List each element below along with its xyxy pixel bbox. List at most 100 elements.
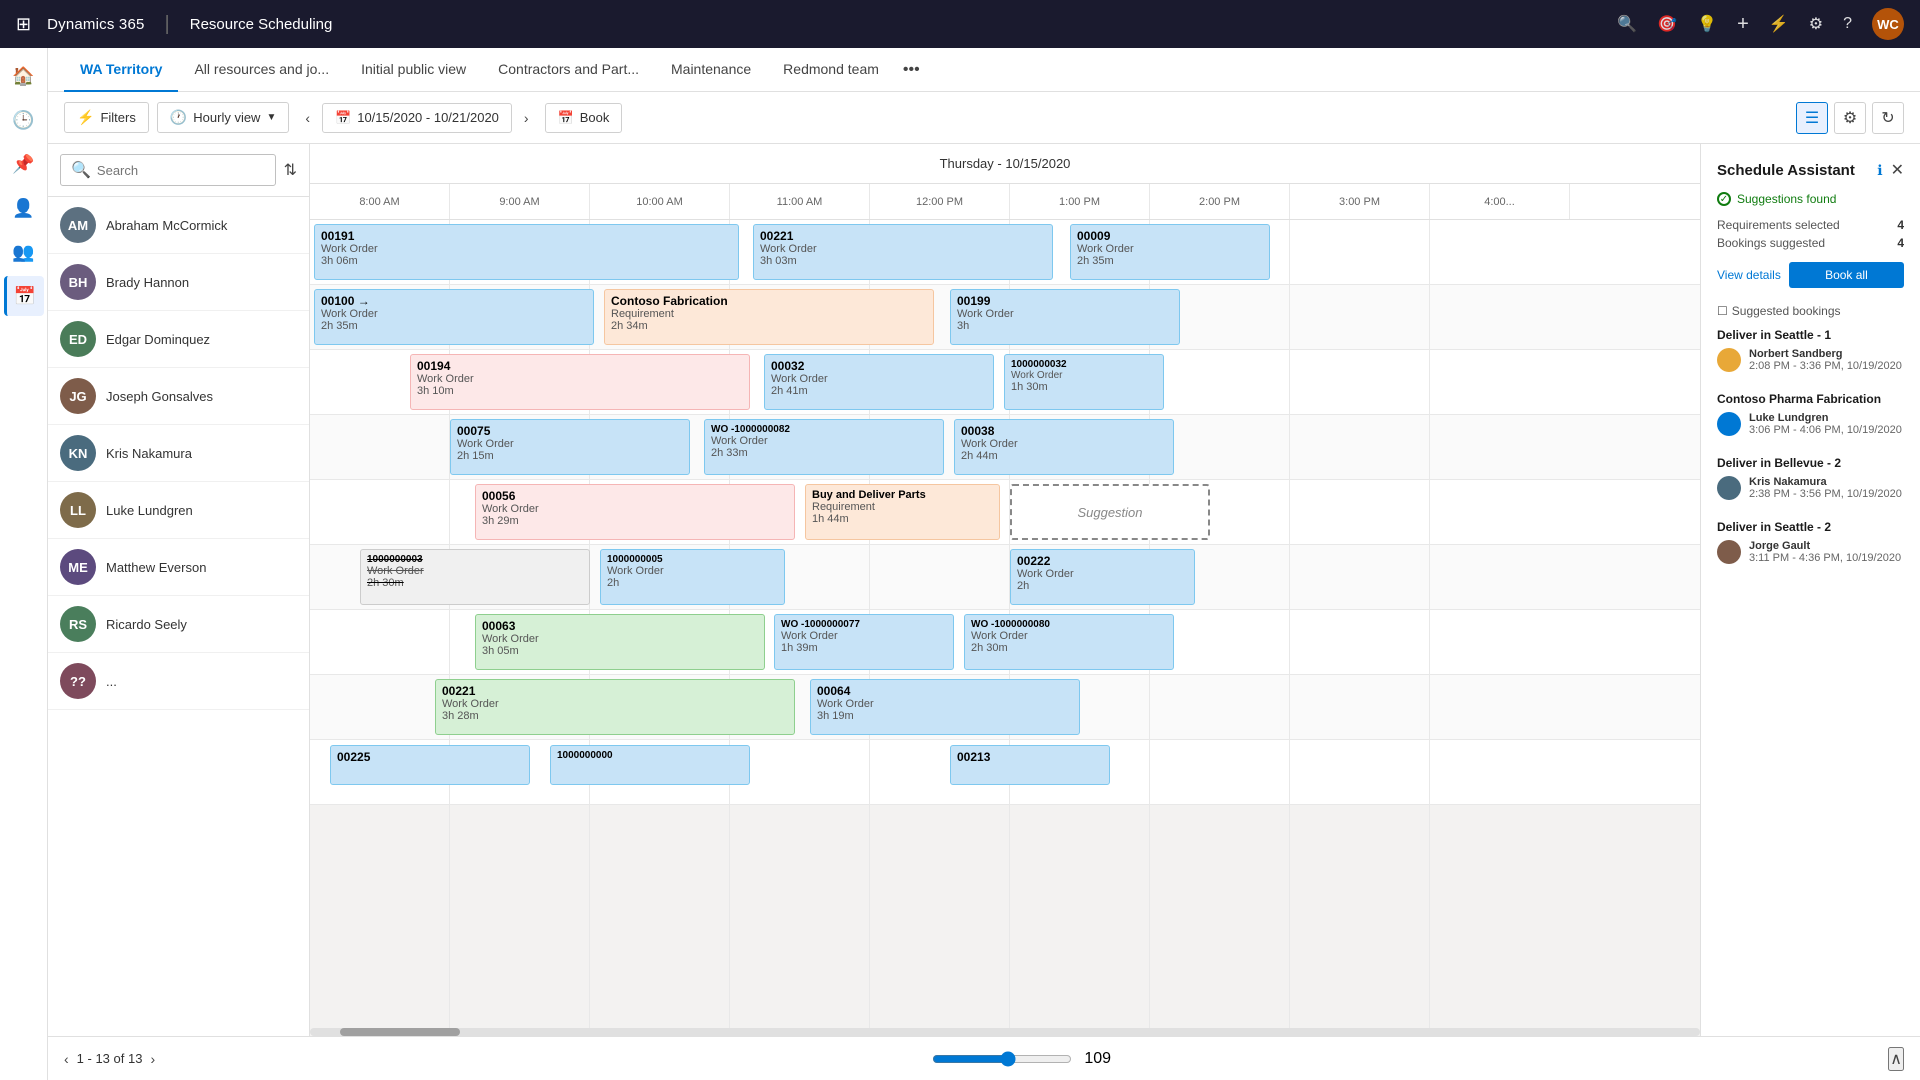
tab-redmond[interactable]: Redmond team <box>767 48 895 92</box>
tab-initial-public[interactable]: Initial public view <box>345 48 482 92</box>
avatar <box>1717 412 1741 436</box>
target-icon[interactable]: 🎯 <box>1657 14 1677 34</box>
search-icon[interactable]: 🔍 <box>1617 14 1637 34</box>
resource-item[interactable]: ?? ... <box>48 653 309 710</box>
resource-item[interactable]: ED Edgar Dominquez <box>48 311 309 368</box>
prev-date-button[interactable]: ‹ <box>297 106 318 130</box>
resource-item[interactable]: RS Ricardo Seely <box>48 596 309 653</box>
avatar: LL <box>60 492 96 528</box>
block-00032[interactable]: 00032 Work Order 2h 41m <box>764 354 994 410</box>
block-1000000032[interactable]: 1000000032 Work Order 1h 30m <box>1004 354 1164 410</box>
search-input[interactable] <box>97 163 265 178</box>
suggested-bookings-title: ☐ Suggested bookings <box>1717 304 1904 318</box>
block-00194[interactable]: 00194 Work Order 3h 10m <box>410 354 750 410</box>
tab-maintenance[interactable]: Maintenance <box>655 48 767 92</box>
block-buy-deliver[interactable]: Buy and Deliver Parts Requirement 1h 44m <box>805 484 1000 540</box>
block-00191[interactable]: 00191 Work Order 3h 06m <box>314 224 739 280</box>
grid-icon[interactable]: ⊞ <box>16 14 31 35</box>
sidebar-item-calendar[interactable]: 📅 <box>4 276 44 316</box>
resource-name: Matthew Everson <box>106 560 206 575</box>
hourly-view-button[interactable]: 🕐 Hourly view ▼ <box>157 102 290 133</box>
booking-time: 3:11 PM - 4:36 PM, 10/19/2020 <box>1749 552 1901 564</box>
book-button[interactable]: 📅 Book <box>545 103 623 133</box>
block-00009[interactable]: 00009 Work Order 2h 35m <box>1070 224 1270 280</box>
block-wo-1000000082[interactable]: WO -1000000082 Work Order 2h 33m <box>704 419 944 475</box>
resource-item[interactable]: ME Matthew Everson <box>48 539 309 596</box>
block-00199[interactable]: 00199 Work Order 3h <box>950 289 1180 345</box>
lightbulb-icon[interactable]: 💡 <box>1697 14 1717 34</box>
view-details-button[interactable]: View details <box>1717 262 1781 288</box>
bottom-bar: ‹ 1 - 13 of 13 › 109 ∧ <box>48 1036 1920 1080</box>
settings-icon[interactable]: ⚙ <box>1809 14 1823 34</box>
help-icon[interactable]: ? <box>1843 15 1852 33</box>
refresh-button[interactable]: ↻ <box>1872 102 1904 134</box>
add-icon[interactable]: + <box>1737 13 1749 36</box>
block-00225[interactable]: 00225 <box>330 745 530 785</box>
booking-group-seattle-2: Deliver in Seattle - 2 Jorge Gault 3:11 … <box>1717 520 1904 570</box>
close-icon[interactable]: ✕ <box>1891 160 1904 180</box>
booking-item: Kris Nakamura 2:38 PM - 3:56 PM, 10/19/2… <box>1717 476 1904 500</box>
nav-separator: | <box>165 13 170 36</box>
resource-name: Abraham McCormick <box>106 218 227 233</box>
book-all-button[interactable]: Book all <box>1789 262 1904 288</box>
date-picker-button[interactable]: 📅 10/15/2020 - 10/21/2020 <box>322 103 512 133</box>
resource-item[interactable]: JG Joseph Gonsalves <box>48 368 309 425</box>
time-cell-12pm: 12:00 PM <box>870 184 1010 219</box>
tab-wa-territory[interactable]: WA Territory <box>64 48 178 92</box>
assistant-status: ✓ Suggestions found <box>1717 192 1904 206</box>
sidebar-item-people[interactable]: 👤 <box>4 188 44 228</box>
block-00038[interactable]: 00038 Work Order 2h 44m <box>954 419 1174 475</box>
block-contoso-fabrication[interactable]: Contoso Fabrication Requirement 2h 34m <box>604 289 934 345</box>
tab-contractors[interactable]: Contractors and Part... <box>482 48 655 92</box>
booking-item: Jorge Gault 3:11 PM - 4:36 PM, 10/19/202… <box>1717 540 1904 564</box>
assistant-info-icon[interactable]: ℹ <box>1877 162 1882 179</box>
block-1000000005[interactable]: 1000000005 Work Order 2h <box>600 549 785 605</box>
block-00063[interactable]: 00063 Work Order 3h 05m <box>475 614 765 670</box>
resource-item[interactable]: BH Brady Hannon <box>48 254 309 311</box>
sidebar-item-pinned[interactable]: 📌 <box>4 144 44 184</box>
block-wo-1000000077[interactable]: WO -1000000077 Work Order 1h 39m <box>774 614 954 670</box>
block-wo-1000000080[interactable]: WO -1000000080 Work Order 2h 30m <box>964 614 1174 670</box>
block-1000000000[interactable]: 1000000000 <box>550 745 750 785</box>
search-box[interactable]: 🔍 <box>60 154 276 186</box>
status-dot: ✓ <box>1717 192 1731 206</box>
resource-item[interactable]: LL Luke Lundgren <box>48 482 309 539</box>
toolbar-right: ☰ ⚙ ↻ <box>1796 102 1904 134</box>
settings-view-button[interactable]: ⚙ <box>1834 102 1866 134</box>
resource-item[interactable]: AM Abraham McCormick <box>48 197 309 254</box>
sidebar-item-home[interactable]: 🏠 <box>4 56 44 96</box>
prev-page-button[interactable]: ‹ <box>64 1051 69 1067</box>
sidebar-item-team[interactable]: 👥 <box>4 232 44 272</box>
block-00222[interactable]: 00222 Work Order 2h <box>1010 549 1195 605</box>
avatar: RS <box>60 606 96 642</box>
sidebar-item-recent[interactable]: 🕒 <box>4 100 44 140</box>
zoom-slider-container: 109 <box>167 1050 1876 1068</box>
sort-button[interactable]: ⇅ <box>284 160 297 180</box>
block-1000000003[interactable]: 1000000003 Work Order 2h 30m <box>360 549 590 605</box>
filter-icon[interactable]: ⚡ <box>1769 14 1789 34</box>
toolbar: ⚡ Filters 🕐 Hourly view ▼ ‹ 📅 10/15/2020… <box>48 92 1920 144</box>
brand-name: Dynamics 365 <box>47 16 144 33</box>
next-page-button[interactable]: › <box>150 1051 155 1067</box>
booking-group-title: Deliver in Seattle - 2 <box>1717 520 1904 534</box>
list-view-button[interactable]: ☰ <box>1796 102 1828 134</box>
next-date-button[interactable]: › <box>516 106 537 130</box>
filters-button[interactable]: ⚡ Filters <box>64 102 149 133</box>
resource-items: AM Abraham McCormick BH Brady Hannon ED … <box>48 197 309 1036</box>
tab-all-resources[interactable]: All resources and jo... <box>178 48 345 92</box>
block-00213[interactable]: 00213 <box>950 745 1110 785</box>
block-00064[interactable]: 00064 Work Order 3h 19m <box>810 679 1080 735</box>
block-suggestion-kris[interactable]: Suggestion <box>1010 484 1210 540</box>
collapse-button[interactable]: ∧ <box>1888 1047 1904 1071</box>
resource-item[interactable]: KN Kris Nakamura <box>48 425 309 482</box>
block-00075[interactable]: 00075 Work Order 2h 15m <box>450 419 690 475</box>
block-00221-2[interactable]: 00221 Work Order 3h 28m <box>435 679 795 735</box>
zoom-slider[interactable] <box>932 1051 1072 1067</box>
tabs-more-button[interactable]: ••• <box>895 61 928 79</box>
booking-time: 3:06 PM - 4:06 PM, 10/19/2020 <box>1749 424 1902 436</box>
booking-group-title: Deliver in Bellevue - 2 <box>1717 456 1904 470</box>
block-00056[interactable]: 00056 Work Order 3h 29m <box>475 484 795 540</box>
block-00100[interactable]: 00100 → Work Order 2h 35m <box>314 289 594 345</box>
user-avatar[interactable]: WC <box>1872 8 1904 40</box>
block-00221-1[interactable]: 00221 Work Order 3h 03m <box>753 224 1053 280</box>
